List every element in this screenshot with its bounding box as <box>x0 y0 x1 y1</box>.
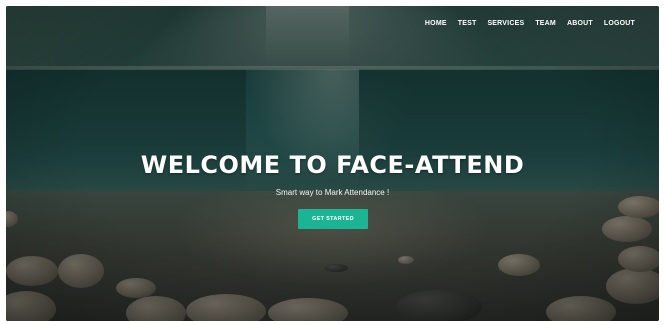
hero-section: HOME TEST SERVICES TEAM ABOUT LOGOUT WEL… <box>6 6 659 321</box>
nav-link-logout[interactable]: LOGOUT <box>604 20 635 27</box>
get-started-button[interactable]: GET STARTED <box>298 209 368 229</box>
nav-link-about[interactable]: ABOUT <box>567 20 593 27</box>
hero-title: WELCOME TO FACE-ATTEND <box>140 151 525 179</box>
top-navigation: HOME TEST SERVICES TEAM ABOUT LOGOUT <box>425 20 635 27</box>
nav-link-team[interactable]: TEAM <box>535 20 556 27</box>
nav-link-test[interactable]: TEST <box>458 20 477 27</box>
nav-link-services[interactable]: SERVICES <box>487 20 524 27</box>
hero-subtitle: Smart way to Mark Attendance ! <box>275 188 390 197</box>
nav-link-home[interactable]: HOME <box>425 20 447 27</box>
